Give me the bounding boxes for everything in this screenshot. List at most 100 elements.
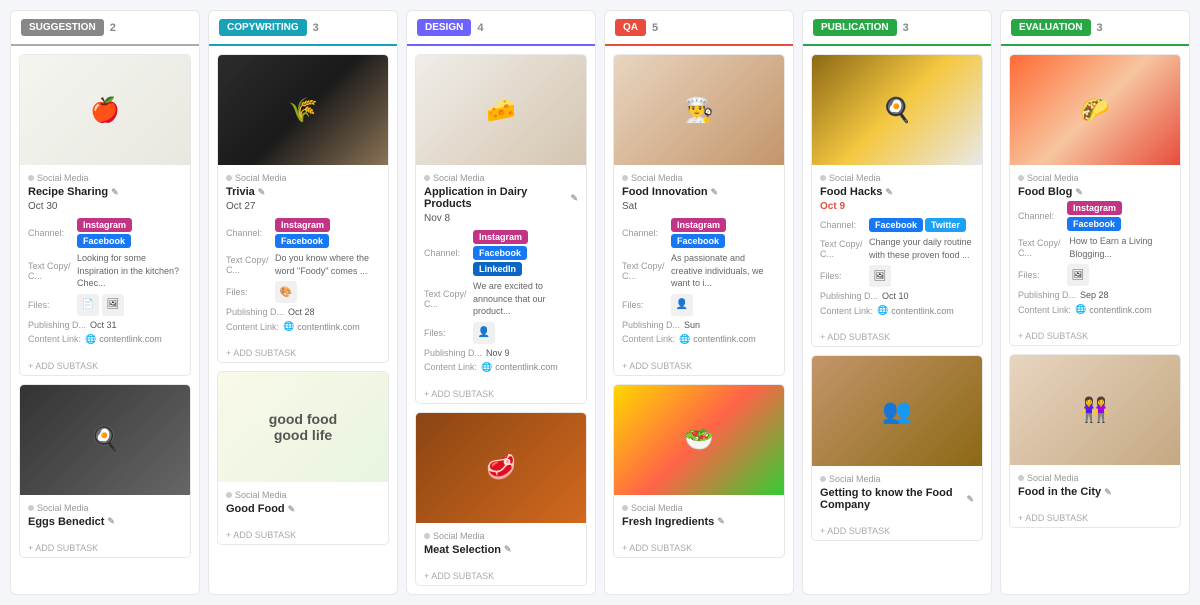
category-dot	[226, 175, 232, 181]
card-card-2[interactable]: 🍳Social MediaEggs Benedict✎+ ADD SUBTASK	[19, 384, 191, 558]
edit-icon[interactable]: ✎	[711, 187, 719, 198]
edit-icon[interactable]: ✎	[1075, 187, 1083, 198]
channel-label: Channel:	[424, 248, 469, 258]
column-header-qa: QA5	[605, 11, 793, 46]
card-trivia[interactable]: 🌾Social MediaTrivia✎Oct 27Channel:Instag…	[217, 54, 389, 363]
category-label: Social Media	[235, 490, 287, 500]
edit-icon[interactable]: ✎	[885, 187, 893, 198]
channel-tag-instagram[interactable]: Instagram	[275, 218, 330, 232]
channel-tag-facebook[interactable]: Facebook	[869, 218, 923, 232]
card-food-innovation[interactable]: 👨‍🍳Social MediaFood Innovation✎SatChanne…	[613, 54, 785, 376]
category-label: Social Media	[235, 173, 287, 183]
card-body-food-blog: Social MediaFood Blog✎Channel:InstagramF…	[1010, 165, 1180, 327]
add-subtask-food-blog[interactable]: + ADD SUBTASK	[1010, 327, 1180, 345]
add-subtask-food-hacks[interactable]: + ADD SUBTASK	[812, 328, 982, 346]
content-link-value-trivia[interactable]: 🌐contentlink.com	[283, 321, 360, 332]
globe-icon: 🌐	[85, 334, 96, 345]
content-link-value-food-innovation[interactable]: 🌐contentlink.com	[679, 334, 756, 345]
card-dairy-products[interactable]: 🧀Social MediaApplication in Dairy Produc…	[415, 54, 587, 404]
edit-icon[interactable]: ✎	[717, 516, 725, 527]
edit-icon[interactable]: ✎	[504, 544, 512, 555]
channel-tag-linkedin[interactable]: LinkedIn	[473, 262, 522, 276]
content-link-value-recipe-sharing[interactable]: 🌐contentlink.com	[85, 334, 162, 345]
files-label: Files:	[28, 300, 73, 310]
add-subtask-card-qa2[interactable]: + ADD SUBTASK	[614, 539, 784, 557]
card-title-card-qa2: Fresh Ingredients✎	[622, 516, 776, 528]
globe-icon: 🌐	[283, 321, 294, 332]
category-dot	[226, 492, 232, 498]
category-dot	[28, 175, 34, 181]
channel-tag-facebook[interactable]: Facebook	[671, 234, 725, 248]
card-body-card-2: Social MediaEggs Benedict✎	[20, 495, 190, 539]
title-text: Trivia	[226, 186, 255, 198]
card-title-card-d2: Meat Selection✎	[424, 544, 578, 556]
channel-tag-facebook[interactable]: Facebook	[275, 234, 329, 248]
add-subtask-trivia[interactable]: + ADD SUBTASK	[218, 344, 388, 362]
file-thumbnail[interactable]: 🖼	[1067, 264, 1089, 286]
card-food-blog[interactable]: 🌮Social MediaFood Blog✎Channel:Instagram…	[1009, 54, 1181, 346]
edit-icon[interactable]: ✎	[107, 516, 115, 527]
add-subtask-card-2[interactable]: + ADD SUBTASK	[20, 539, 190, 557]
add-subtask-food-innovation[interactable]: + ADD SUBTASK	[614, 357, 784, 375]
card-body-card-pub2: Social MediaGetting to know the Food Com…	[812, 466, 982, 522]
edit-icon[interactable]: ✎	[288, 504, 296, 515]
category-label: Social Media	[829, 173, 881, 183]
card-card-cw2[interactable]: good food good lifeSocial MediaGood Food…	[217, 371, 389, 545]
card-card-d2[interactable]: 🥩Social MediaMeat Selection✎+ ADD SUBTAS…	[415, 412, 587, 586]
file-thumbnail[interactable]: 🖼	[102, 294, 124, 316]
card-image-card-2: 🍳	[20, 385, 190, 495]
channel-tag-instagram[interactable]: Instagram	[77, 218, 132, 232]
channel-tag-instagram[interactable]: Instagram	[473, 230, 528, 244]
channel-tag-facebook[interactable]: Facebook	[473, 246, 527, 260]
publishing-value-dairy-products: Nov 9	[486, 348, 510, 358]
card-body-recipe-sharing: Social MediaRecipe Sharing✎Oct 30Channel…	[20, 165, 190, 357]
files-label: Files:	[424, 328, 469, 338]
card-food-hacks[interactable]: 🍳Social MediaFood Hacks✎Oct 9Channel:Fac…	[811, 54, 983, 347]
card-category-card-cw2: Social Media	[226, 490, 380, 500]
content-link-value-food-blog[interactable]: 🌐contentlink.com	[1075, 304, 1152, 315]
card-card-pub2[interactable]: 👥Social MediaGetting to know the Food Co…	[811, 355, 983, 541]
add-subtask-card-ev2[interactable]: + ADD SUBTASK	[1010, 509, 1180, 527]
content-link-value-dairy-products[interactable]: 🌐contentlink.com	[481, 362, 558, 373]
add-subtask-dairy-products[interactable]: + ADD SUBTASK	[416, 385, 586, 403]
add-subtask-card-cw2[interactable]: + ADD SUBTASK	[218, 526, 388, 544]
add-subtask-card-pub2[interactable]: + ADD SUBTASK	[812, 522, 982, 540]
file-thumbnail[interactable]: 🖼	[869, 265, 891, 287]
channel-tag-instagram[interactable]: Instagram	[1067, 201, 1122, 215]
file-thumbnail[interactable]: 👤	[473, 322, 495, 344]
file-thumbnail[interactable]: 📄	[77, 294, 99, 316]
add-subtask-recipe-sharing[interactable]: + ADD SUBTASK	[20, 357, 190, 375]
category-label: Social Media	[631, 503, 683, 513]
channel-tags-trivia: Instagram Facebook	[275, 218, 380, 248]
edit-icon[interactable]: ✎	[111, 187, 119, 198]
channel-row-dairy-products: Channel: Instagram Facebook LinkedIn	[424, 230, 578, 276]
file-thumbnail[interactable]: 👤	[671, 294, 693, 316]
channel-tag-facebook[interactable]: Facebook	[1067, 217, 1121, 231]
channel-tag-facebook[interactable]: Facebook	[77, 234, 131, 248]
link-text: contentlink.com	[99, 334, 162, 344]
file-thumbnail[interactable]: 🎨	[275, 281, 297, 303]
channel-tags-food-blog: Instagram Facebook	[1067, 201, 1172, 231]
edit-icon[interactable]: ✎	[966, 494, 974, 505]
edit-icon[interactable]: ✎	[258, 187, 266, 198]
files-row-trivia: Files: 🎨	[226, 281, 380, 303]
column-label-publication: PUBLICATION	[813, 19, 897, 36]
channel-tags-food-hacks: FacebookTwitter	[869, 218, 966, 232]
edit-icon[interactable]: ✎	[1104, 487, 1112, 498]
card-card-ev2[interactable]: 👭Social MediaFood in the City✎+ ADD SUBT…	[1009, 354, 1181, 528]
channel-tag-twitter[interactable]: Twitter	[925, 218, 966, 232]
publishing-row-trivia: Publishing D...Oct 28	[226, 307, 380, 317]
card-card-qa2[interactable]: 🥗Social MediaFresh Ingredients✎+ ADD SUB…	[613, 384, 785, 558]
card-recipe-sharing[interactable]: 🍎Social MediaRecipe Sharing✎Oct 30Channe…	[19, 54, 191, 376]
content-link-row-food-blog: Content Link:🌐contentlink.com	[1018, 304, 1172, 315]
add-subtask-card-d2[interactable]: + ADD SUBTASK	[416, 567, 586, 585]
files-label: Files:	[226, 287, 271, 297]
publishing-label: Publishing D...	[226, 307, 284, 317]
edit-icon[interactable]: ✎	[570, 193, 578, 204]
content-link-value-food-hacks[interactable]: 🌐contentlink.com	[877, 305, 954, 316]
column-label-evaluation: EVALUATION	[1011, 19, 1091, 36]
files-list-food-innovation: 👤	[671, 294, 693, 316]
link-text: contentlink.com	[891, 306, 954, 316]
channel-tag-instagram[interactable]: Instagram	[671, 218, 726, 232]
publishing-label: Publishing D...	[28, 320, 86, 330]
